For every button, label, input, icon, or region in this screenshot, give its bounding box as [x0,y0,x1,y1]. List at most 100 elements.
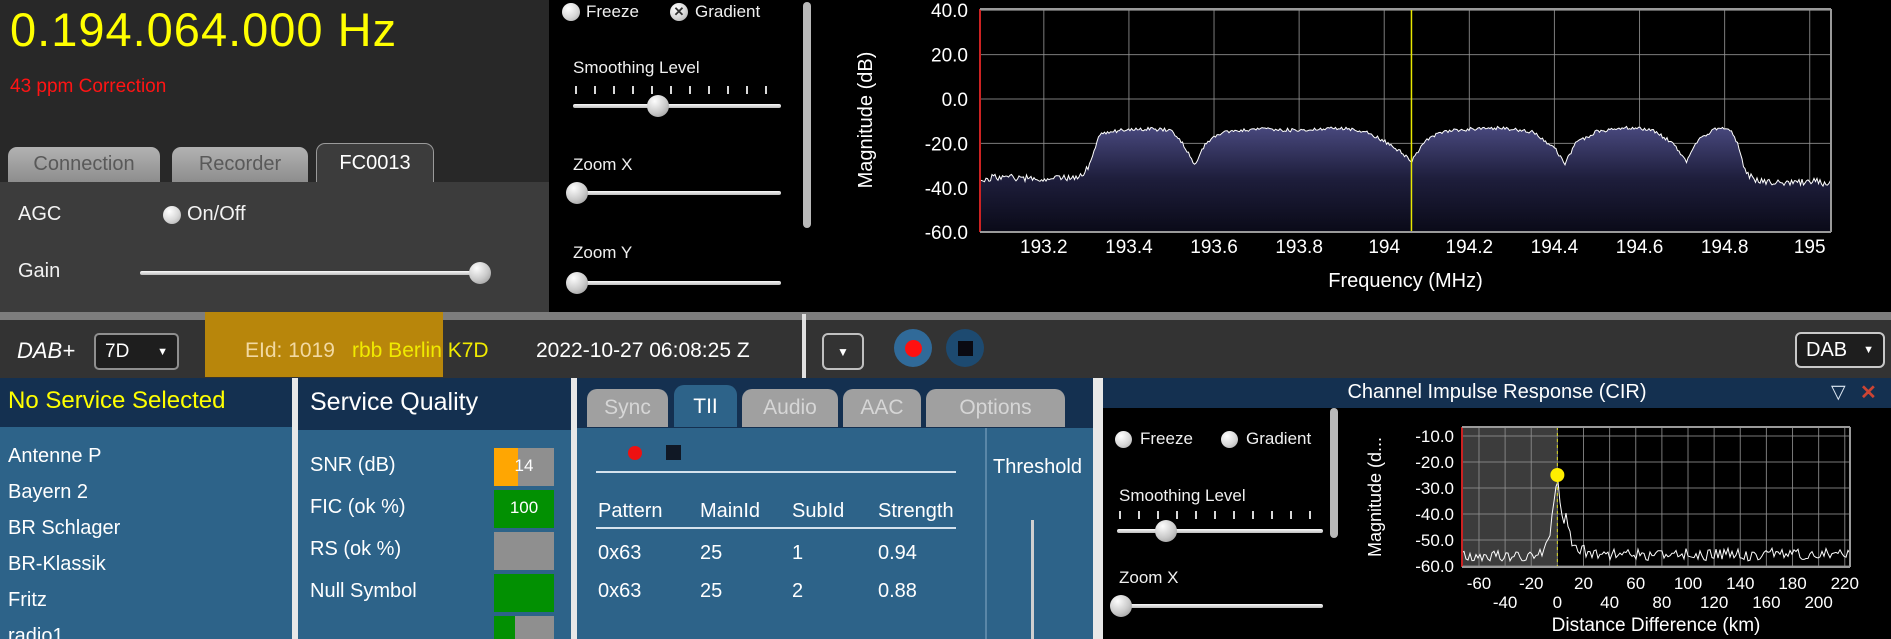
service-list-item[interactable]: Bayern 2 [8,481,88,504]
threshold-label: Threshold [993,456,1082,479]
tii-tab-aac[interactable]: AAC [843,389,921,427]
spectrum-zoomy-slider[interactable] [573,281,781,285]
service-list-item[interactable]: radio1 [8,625,64,639]
frequency-display: 0.194.064.000 Hz [10,2,397,57]
service-list-item[interactable]: Fritz [8,589,47,612]
tii-stop-icon[interactable] [666,445,681,460]
svg-text:-40.0: -40.0 [925,179,968,200]
tii-table-cell: 0.94 [878,542,917,565]
svg-text:194.8: 194.8 [1701,237,1749,258]
controls-scrollbar[interactable] [803,2,811,228]
spectrum-controls-panel: Freeze ✕ Gradient Smoothing Level Zoom X… [549,0,820,312]
service-list-panel: No Service Selected Antenne P Bayern 2 BR … [0,378,292,639]
svg-text:Frequency (MHz): Frequency (MHz) [1328,270,1482,292]
spectrum-freeze-label: Freeze [586,2,639,22]
tii-column-header: Pattern [598,500,662,523]
cir-freeze-radio[interactable] [1115,431,1132,448]
tii-header-underline [596,527,956,529]
slider-handle[interactable] [566,272,588,294]
gain-slider[interactable] [140,271,490,275]
cir-gradient-radio[interactable] [1221,431,1238,448]
agc-option-label: On/Off [187,203,246,226]
smoothing-tickmarks [575,86,775,94]
tii-tab-sync[interactable]: Sync [587,389,668,427]
cir-smoothing-tickmarks [1119,511,1319,519]
statusbar-divider [802,314,806,378]
svg-text:140: 140 [1726,574,1754,593]
service-quality-title: Service Quality [310,388,478,417]
slider-handle[interactable] [566,182,588,204]
svg-text:-40.0: -40.0 [1415,505,1454,524]
cir-peak-marker [1550,468,1564,482]
no-service-label: No Service Selected [8,387,225,415]
service-list-item[interactable]: BR-Klassik [8,553,106,576]
svg-text:20: 20 [1574,574,1593,593]
threshold-slider[interactable] [1031,520,1034,639]
quality-gauge [494,616,554,639]
svg-text:Distance Difference (km): Distance Difference (km) [1552,615,1761,636]
record-button[interactable] [894,329,932,367]
tab-connection[interactable]: Connection [8,147,160,182]
stop-button[interactable] [946,329,984,367]
expand-dropdown-button[interactable]: ▼ [822,333,864,370]
tii-table-cell: 0x63 [598,580,641,603]
service-quality-panel: Service Quality SNR (dB)14FIC (ok %)100R… [298,378,571,639]
record-icon [905,340,922,357]
tab-fc0013[interactable]: FC0013 [316,143,434,182]
svg-text:Magnitude (d...: Magnitude (d... [1365,437,1385,557]
tii-tab-tii[interactable]: TII [674,385,737,427]
ppm-correction-label: 43 ppm Correction [10,76,166,98]
service-list-item[interactable]: Antenne P [8,445,101,468]
spectrum-freeze-radio[interactable] [562,3,580,21]
svg-text:-10.0: -10.0 [1415,427,1454,446]
cir-zoomx-slider[interactable] [1117,604,1323,608]
spectrum-smoothing-slider[interactable] [573,104,781,108]
quality-gauge: 14 [494,448,554,486]
svg-text:-50.0: -50.0 [1415,531,1454,550]
svg-text:193.8: 193.8 [1275,237,1323,258]
chevron-down-icon: ▼ [837,345,849,359]
cir-smoothing-slider[interactable] [1117,529,1323,533]
tii-separator [596,471,956,473]
svg-text:193.2: 193.2 [1020,237,1068,258]
svg-text:-20.0: -20.0 [1415,453,1454,472]
spectrum-zoomx-slider[interactable] [573,191,781,195]
quality-gauge-value: 100 [494,498,554,518]
svg-text:193.6: 193.6 [1190,237,1238,258]
output-selector[interactable]: DAB ▼ [1795,332,1885,368]
service-list-header: No Service Selected [0,378,292,427]
svg-text:120: 120 [1700,593,1728,612]
slider-handle[interactable] [469,262,491,284]
agc-radio[interactable] [163,206,181,224]
slider-handle[interactable] [1110,595,1132,617]
slider-handle[interactable] [647,95,669,117]
cir-scrollbar[interactable] [1330,408,1338,538]
svg-text:194.2: 194.2 [1446,237,1494,258]
channel-selector[interactable]: 7D ▼ [94,333,179,370]
service-list-item[interactable]: BR Schlager [8,517,120,540]
quality-metric-label: FIC (ok %) [310,496,406,519]
tab-recorder[interactable]: Recorder [172,147,308,182]
slider-handle[interactable] [1155,520,1177,542]
tii-tab-audio[interactable]: Audio [742,389,838,427]
svg-text:-60: -60 [1467,574,1492,593]
spectrum-zoomx-label: Zoom X [573,155,633,175]
chevron-down-icon: ▼ [1863,344,1874,356]
svg-text:193.4: 193.4 [1105,237,1153,258]
tii-record-icon[interactable] [628,446,642,460]
tii-column-header: SubId [792,500,844,523]
datetime-label: 2022-10-27 06:08:25 Z [536,339,750,363]
svg-text:-20.0: -20.0 [925,134,968,155]
quality-gauge-fill [494,616,515,639]
svg-text:0.0: 0.0 [942,90,968,111]
mode-label: DAB+ [17,338,75,364]
tii-tab-options[interactable]: Options [926,389,1065,427]
svg-text:200: 200 [1804,593,1832,612]
cir-plot: -10.0-20.0-30.0-40.0-50.0-60.0-60-202060… [1355,400,1891,639]
cir-zoomx-label: Zoom X [1119,568,1179,588]
svg-text:0: 0 [1553,593,1562,612]
spectrum-gradient-label: Gradient [695,2,760,22]
spectrum-gradient-checkbox[interactable]: ✕ [670,3,688,21]
tii-table-cell: 2 [792,580,803,603]
output-selector-value: DAB [1806,339,1847,362]
